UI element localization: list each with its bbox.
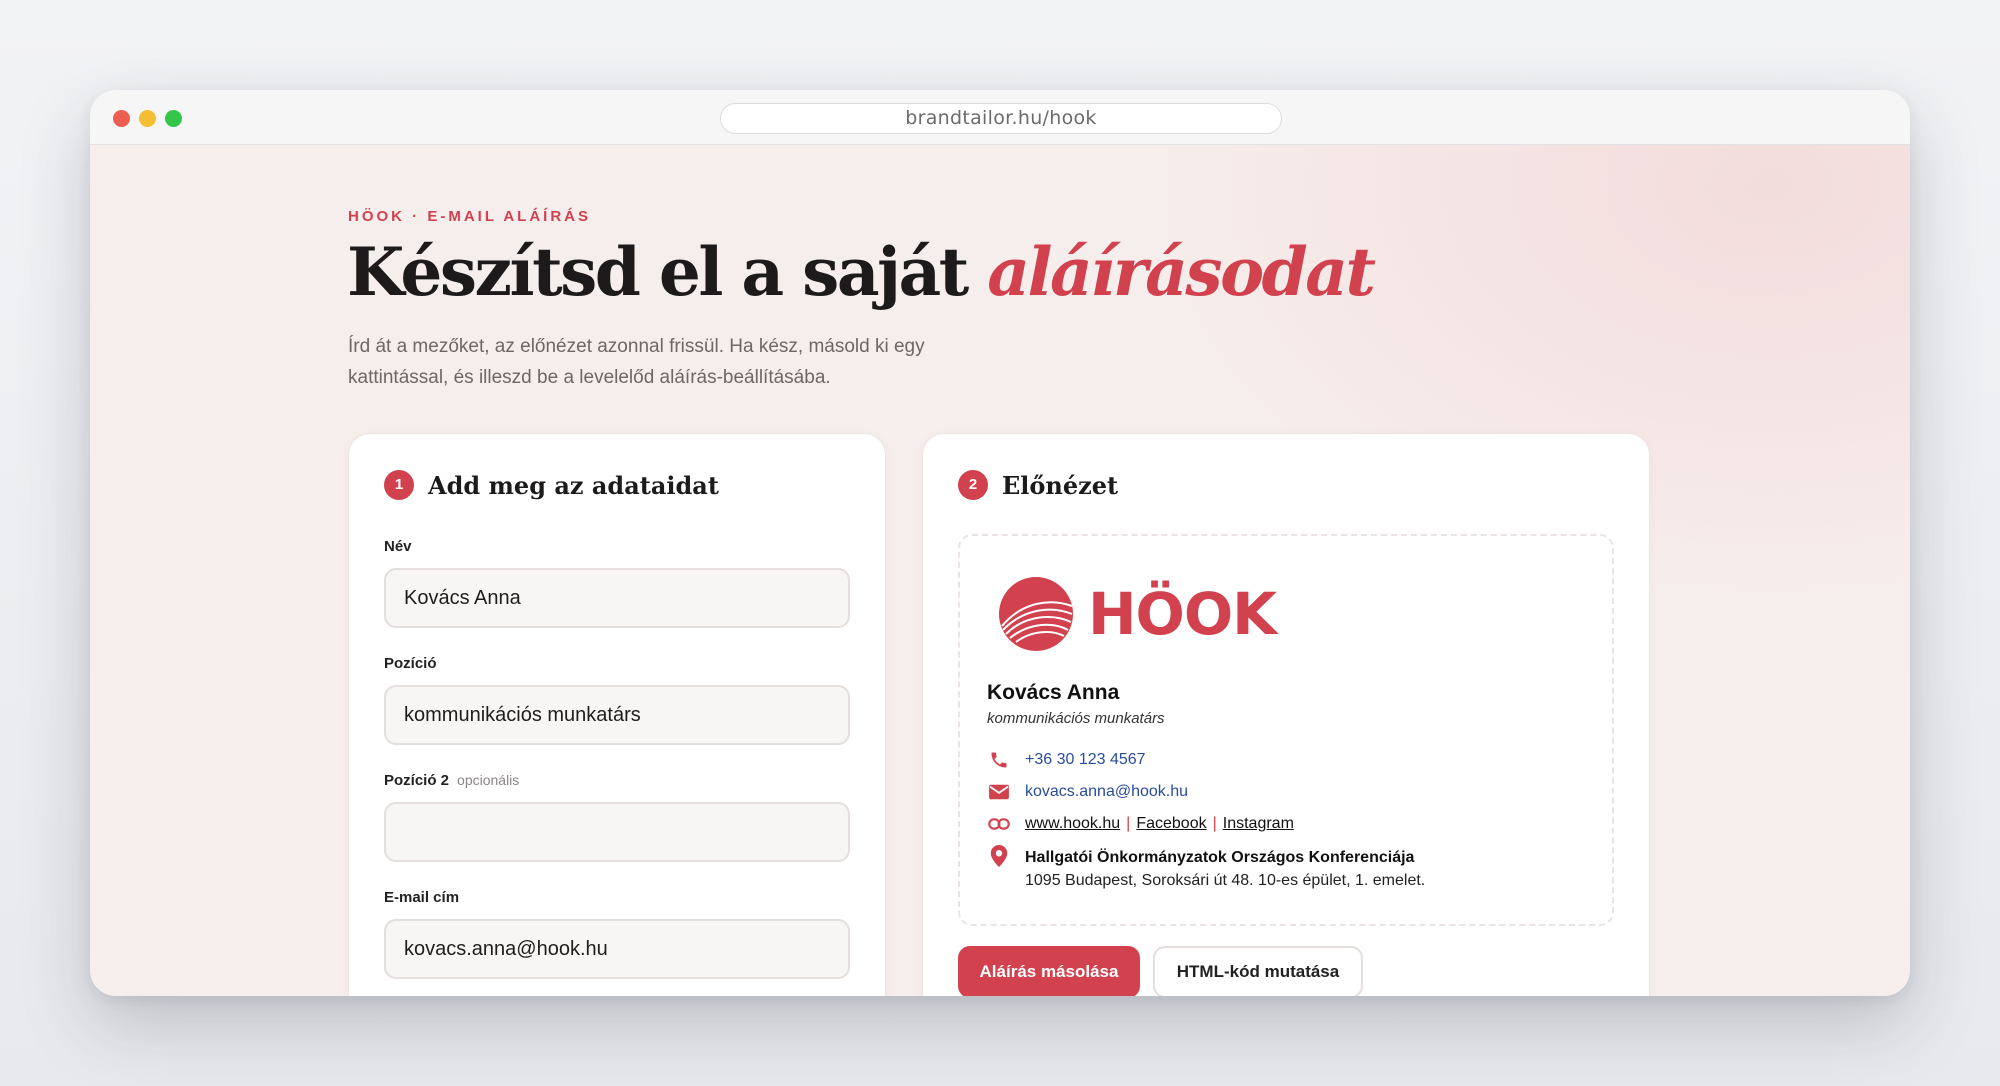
- page-content: HÖOK · E-MAIL ALÁÍRÁS Készítsd el a sajá…: [90, 145, 1910, 996]
- preview-card-title: Előnézet: [1002, 470, 1119, 500]
- page-title-accent: aláírásodat: [987, 233, 1376, 311]
- name-input[interactable]: Kovács Anna: [384, 568, 850, 628]
- phone-icon: [987, 748, 1011, 772]
- position-label: Pozíció: [384, 655, 437, 672]
- link-icon: [987, 812, 1011, 836]
- mail-icon: [987, 780, 1011, 804]
- page-title: Készítsd el a saját aláírásodat: [347, 233, 1376, 311]
- signature-role: kommunikációs munkatárs: [987, 710, 1165, 727]
- form-card-header: 1 Add meg az adataidat: [384, 470, 719, 500]
- position2-label-text: Pozíció 2: [384, 772, 450, 789]
- signature-email[interactable]: kovacs.anna@hook.hu: [1025, 783, 1188, 801]
- minimize-window-button[interactable]: [139, 110, 156, 127]
- email-input[interactable]: kovacs.anna@hook.hu: [384, 919, 850, 979]
- signature-phone-row: +36 30 123 4567: [987, 748, 1146, 772]
- step-badge-1: 1: [384, 470, 414, 500]
- close-window-button[interactable]: [113, 110, 130, 127]
- form-card: 1 Add meg az adataidat Név Kovács Anna P…: [348, 433, 886, 996]
- logo-wordmark: HÖOK: [1088, 580, 1277, 648]
- email-label: E-mail cím: [384, 889, 459, 906]
- position-input[interactable]: kommunikációs munkatárs: [384, 685, 850, 745]
- subtitle-line-1: Írd át a mezőket, az előnézet azonnal fr…: [348, 336, 925, 357]
- address-bar[interactable]: brandtailor.hu/hook: [720, 103, 1282, 134]
- signature-email-row: kovacs.anna@hook.hu: [987, 780, 1188, 804]
- position-label-text: Pozíció: [384, 655, 437, 672]
- page-title-main: Készítsd el a saját: [347, 233, 988, 311]
- instagram-link[interactable]: Instagram: [1223, 815, 1294, 833]
- signature-name: Kovács Anna: [987, 681, 1120, 704]
- signature-links-row: www.hook.hu | Facebook | Instagram: [987, 812, 1294, 836]
- preview-card: 2 Előnézet HÖOK Kovács Anna kommunikáció…: [922, 433, 1650, 996]
- subtitle-line-2: kattintással, és illeszd be a levelelőd …: [348, 367, 831, 388]
- step-badge-2: 2: [958, 470, 988, 500]
- name-label: Név: [384, 538, 412, 555]
- hook-logo-icon: [999, 577, 1073, 651]
- maximize-window-button[interactable]: [165, 110, 182, 127]
- website-link[interactable]: www.hook.hu: [1025, 815, 1120, 833]
- name-label-text: Név: [384, 538, 412, 555]
- page-subtitle: Írd át a mezőket, az előnézet azonnal fr…: [348, 331, 988, 393]
- position2-label: Pozíció 2 opcionális: [384, 772, 519, 789]
- signature-location-row: [987, 844, 1025, 868]
- browser-titlebar: brandtailor.hu/hook: [90, 90, 1910, 145]
- signature-address: 1095 Budapest, Soroksári út 48. 10-es ép…: [1025, 872, 1426, 889]
- page-eyebrow: HÖOK · E-MAIL ALÁÍRÁS: [348, 208, 591, 225]
- copy-signature-button[interactable]: Aláírás másolása: [958, 946, 1140, 996]
- signature-preview: HÖOK Kovács Anna kommunikációs munkatárs…: [958, 534, 1614, 926]
- link-separator-2: |: [1212, 815, 1217, 832]
- form-card-title: Add meg az adataidat: [428, 470, 719, 500]
- signature-organization: Hallgatói Önkormányzatok Országos Konfer…: [1025, 849, 1415, 866]
- optional-hint: opcionális: [457, 772, 520, 788]
- position2-input[interactable]: [384, 802, 850, 862]
- link-separator-1: |: [1126, 815, 1131, 832]
- facebook-link[interactable]: Facebook: [1136, 815, 1206, 833]
- show-html-button[interactable]: HTML-kód mutatása: [1153, 946, 1363, 996]
- hook-logo: HÖOK: [998, 576, 1277, 652]
- location-pin-icon: [987, 844, 1011, 868]
- signature-phone[interactable]: +36 30 123 4567: [1025, 751, 1146, 769]
- browser-window: brandtailor.hu/hook HÖOK · E-MAIL ALÁÍRÁ…: [90, 90, 1910, 996]
- preview-card-header: 2 Előnézet: [958, 470, 1118, 500]
- email-label-text: E-mail cím: [384, 889, 460, 906]
